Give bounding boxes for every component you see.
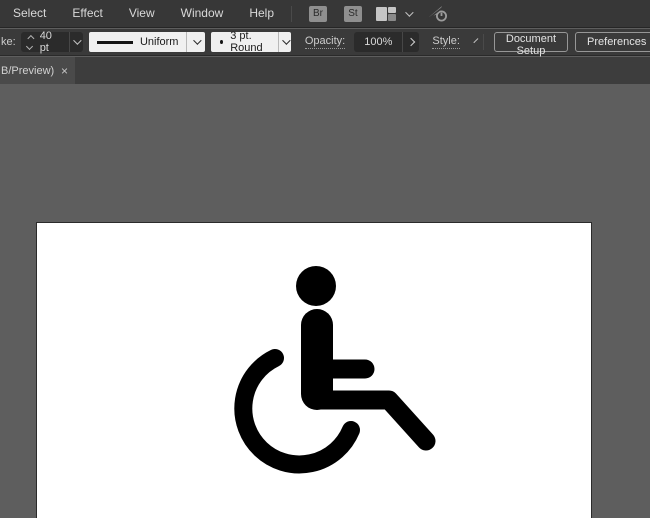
- document-tab-bar: B/Preview) ×: [0, 57, 650, 84]
- document-tab-label: B/Preview): [1, 64, 55, 77]
- brush-chevron-icon[interactable]: [281, 36, 291, 45]
- stroke-weight-label: ke:: [1, 36, 16, 48]
- stepper-up-icon[interactable]: [27, 34, 35, 42]
- tab-close-icon[interactable]: ×: [61, 65, 68, 77]
- stroke-weight-combo[interactable]: 40 pt: [20, 30, 83, 54]
- document-tab[interactable]: B/Preview) ×: [0, 57, 75, 84]
- menu-bar: Select Effect View Window Help Br St: [0, 0, 650, 28]
- opacity-field-group[interactable]: 100%: [354, 32, 420, 52]
- canvas-pasteboard: [0, 84, 650, 518]
- stroke-weight-chevron-icon[interactable]: [73, 36, 83, 45]
- stroke-weight-stepper[interactable]: [21, 34, 36, 50]
- brushes-button[interactable]: Br: [309, 5, 327, 22]
- width-profile-chevron-icon[interactable]: [193, 36, 203, 45]
- style-label[interactable]: Style:: [432, 35, 460, 49]
- stroke-profile-preview-icon: [96, 40, 133, 44]
- style-chevron-icon[interactable]: [473, 38, 479, 44]
- menu-item-window[interactable]: Window: [168, 0, 237, 27]
- menu-item-effect[interactable]: Effect: [59, 0, 115, 27]
- stroke-weight-value[interactable]: 40 pt: [36, 30, 70, 54]
- opacity-label[interactable]: Opacity:: [304, 35, 346, 49]
- strokes-button[interactable]: St: [344, 5, 362, 22]
- stepper-down-icon[interactable]: [25, 42, 33, 50]
- control-separator: [482, 34, 484, 50]
- workspace-switcher-icon[interactable]: [376, 6, 396, 21]
- document-setup-button[interactable]: Document Setup: [493, 32, 569, 57]
- brush-definition-value: 3 pt. Round: [230, 30, 263, 54]
- preferences-button[interactable]: Preferences: [575, 32, 650, 52]
- width-profile-combo[interactable]: Uniform: [88, 32, 206, 52]
- wheelchair-accessibility-icon[interactable]: [37, 223, 593, 518]
- menu-separator: [291, 5, 292, 22]
- gpu-performance-icon[interactable]: [427, 4, 449, 23]
- width-profile-value: Uniform: [139, 36, 179, 48]
- menu-item-view[interactable]: View: [116, 0, 168, 27]
- workspace-chevron-down-icon[interactable]: [405, 7, 414, 17]
- opacity-panel-expander[interactable]: [403, 37, 419, 47]
- brush-definition-combo[interactable]: 3 pt. Round: [211, 30, 291, 54]
- chevron-right-icon[interactable]: [407, 37, 416, 47]
- brush-preview-dot-icon: [220, 40, 224, 44]
- menu-item-select[interactable]: Select: [0, 0, 59, 27]
- opacity-value[interactable]: 100%: [354, 36, 402, 48]
- control-bar: ke: 40 pt Uniform 3 pt. Round Opacity: 1…: [0, 29, 650, 57]
- artboard: [36, 222, 592, 518]
- menu-item-help[interactable]: Help: [236, 0, 287, 27]
